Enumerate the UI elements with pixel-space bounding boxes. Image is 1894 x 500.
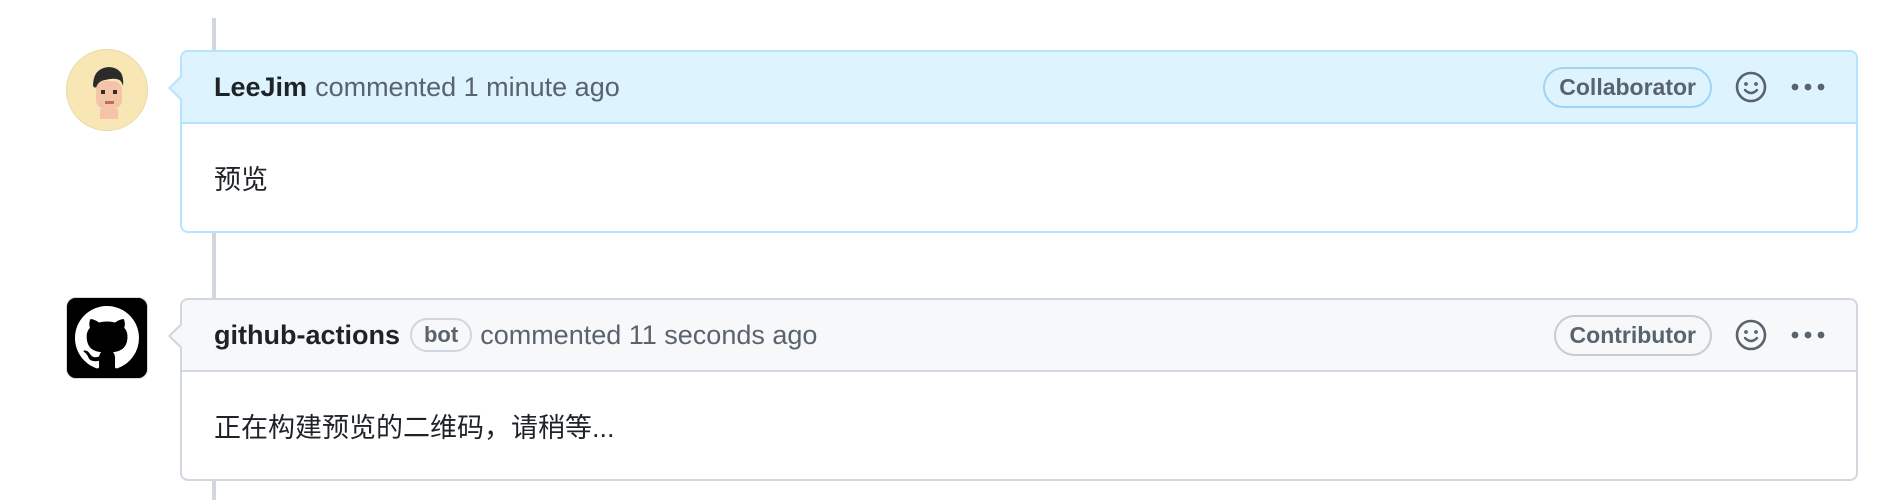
comment-author-link[interactable]: github-actions — [214, 320, 400, 351]
github-logo-icon — [67, 298, 147, 378]
comment-header: github-actions bot commented 11 seconds … — [182, 300, 1856, 372]
comment-body: 正在构建预览的二维码，请稍等... — [214, 413, 615, 443]
kebab-horizontal-icon — [1791, 83, 1825, 91]
comment-timestamp[interactable]: commented 1 minute ago — [315, 72, 620, 103]
comment-card: github-actions bot commented 11 seconds … — [168, 298, 1858, 481]
smiley-icon — [1735, 71, 1767, 103]
comment-body: 预览 — [214, 165, 268, 195]
avatar[interactable] — [66, 297, 148, 379]
comment-arrow — [168, 322, 183, 350]
user-avatar-icon — [67, 50, 147, 130]
add-reaction-button[interactable] — [1734, 318, 1768, 352]
comment-timestamp[interactable]: commented 11 seconds ago — [480, 320, 817, 351]
comment-author-link[interactable]: LeeJim — [214, 72, 307, 103]
comment-card: LeeJim commented 1 minute ago Collaborat… — [168, 50, 1858, 233]
comment-header: LeeJim commented 1 minute ago Collaborat… — [182, 52, 1856, 124]
comment-arrow — [168, 74, 183, 102]
kebab-horizontal-icon — [1791, 331, 1825, 339]
add-reaction-button[interactable] — [1734, 70, 1768, 104]
more-options-button[interactable] — [1790, 329, 1826, 341]
avatar[interactable] — [66, 49, 148, 131]
bot-badge: bot — [409, 318, 473, 352]
smiley-icon — [1735, 319, 1767, 351]
more-options-button[interactable] — [1790, 81, 1826, 93]
role-badge: Contributor — [1553, 314, 1712, 356]
role-badge: Collaborator — [1543, 66, 1712, 108]
